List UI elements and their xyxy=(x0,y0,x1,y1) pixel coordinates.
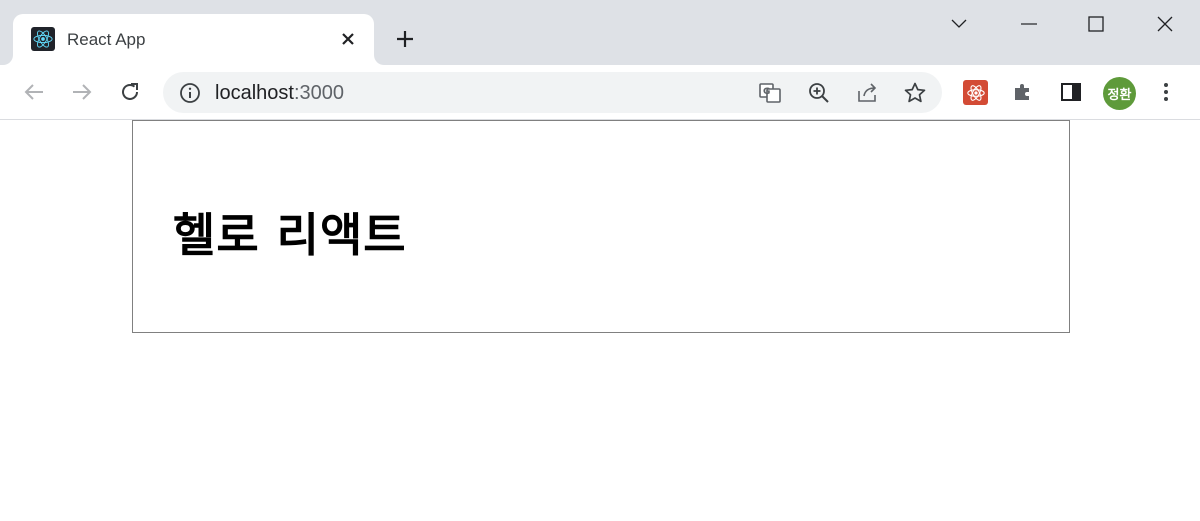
zoom-in-icon[interactable] xyxy=(806,80,832,106)
tab-search-chevron-down-icon[interactable] xyxy=(944,10,974,38)
svg-text:G: G xyxy=(763,87,770,97)
close-window-icon[interactable] xyxy=(1150,10,1180,38)
react-logo-icon xyxy=(31,27,55,51)
extensions-puzzle-icon[interactable] xyxy=(1009,78,1037,106)
url-host: localhost xyxy=(215,82,294,104)
minimize-icon[interactable] xyxy=(1014,10,1044,38)
forward-arrow-icon[interactable] xyxy=(68,78,96,106)
url-port: :3000 xyxy=(293,82,344,104)
maximize-icon[interactable] xyxy=(1081,10,1111,38)
url-text: localhost:3000 xyxy=(215,82,344,105)
page-heading: 헬로 리액트 xyxy=(173,208,407,262)
side-panel-icon[interactable] xyxy=(1057,78,1085,106)
profile-avatar[interactable]: 정환 xyxy=(1103,77,1136,110)
reload-icon[interactable] xyxy=(116,78,144,106)
more-menu-icon[interactable] xyxy=(1152,78,1180,106)
tab-title: React App xyxy=(67,30,146,49)
tab-strip: React App xyxy=(0,0,1200,65)
translate-icon[interactable]: G xyxy=(757,80,783,106)
react-devtools-extension-icon[interactable] xyxy=(963,80,988,105)
tab-react-app[interactable]: React App xyxy=(13,14,374,65)
close-icon[interactable] xyxy=(335,26,361,52)
app-container: 헬로 리액트 xyxy=(132,120,1070,333)
new-tab-plus-icon[interactable] xyxy=(392,26,418,52)
browser-toolbar: localhost:3000 G 정환 xyxy=(0,65,1200,120)
share-icon[interactable] xyxy=(854,80,880,106)
back-arrow-icon[interactable] xyxy=(20,78,48,106)
site-info-icon[interactable] xyxy=(177,80,203,106)
bookmark-star-icon[interactable] xyxy=(902,80,928,106)
address-bar[interactable]: localhost:3000 G xyxy=(163,72,942,113)
